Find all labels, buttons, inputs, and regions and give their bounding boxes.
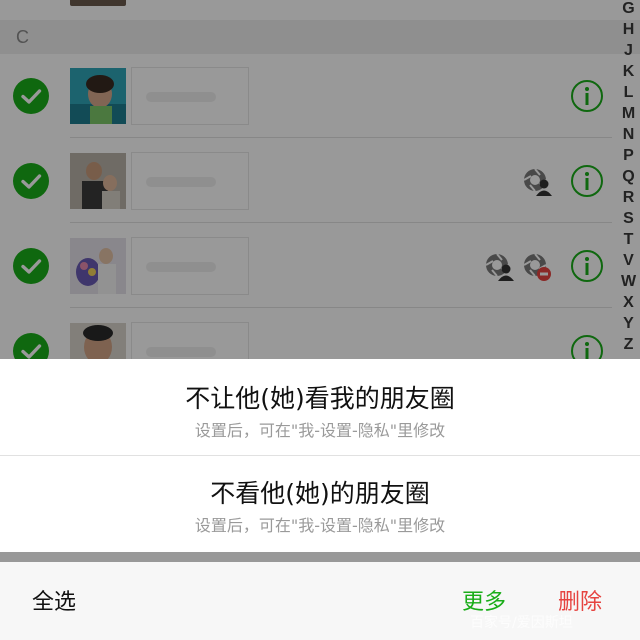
hide-their-moments-option[interactable]: 不看他(她)的朋友圈 设置后，可在"我-设置-隐私"里修改 [0, 456, 640, 552]
option-title: 不让他(她)看我的朋友圈 [185, 384, 455, 413]
option-title: 不看他(她)的朋友圈 [210, 479, 430, 508]
hide-my-moments-option[interactable]: 不让他(她)看我的朋友圈 设置后，可在"我-设置-隐私"里修改 [0, 359, 640, 455]
option-subtitle: 设置后，可在"我-设置-隐私"里修改 [194, 516, 446, 535]
select-all-button[interactable]: 全选 [32, 584, 76, 616]
action-sheet: 不让他(她)看我的朋友圈 设置后，可在"我-设置-隐私"里修改 不看他(她)的朋… [0, 359, 640, 552]
watermark: 百家号/爱因斯坦 [470, 615, 573, 631]
option-subtitle: 设置后，可在"我-设置-隐私"里修改 [194, 421, 446, 440]
